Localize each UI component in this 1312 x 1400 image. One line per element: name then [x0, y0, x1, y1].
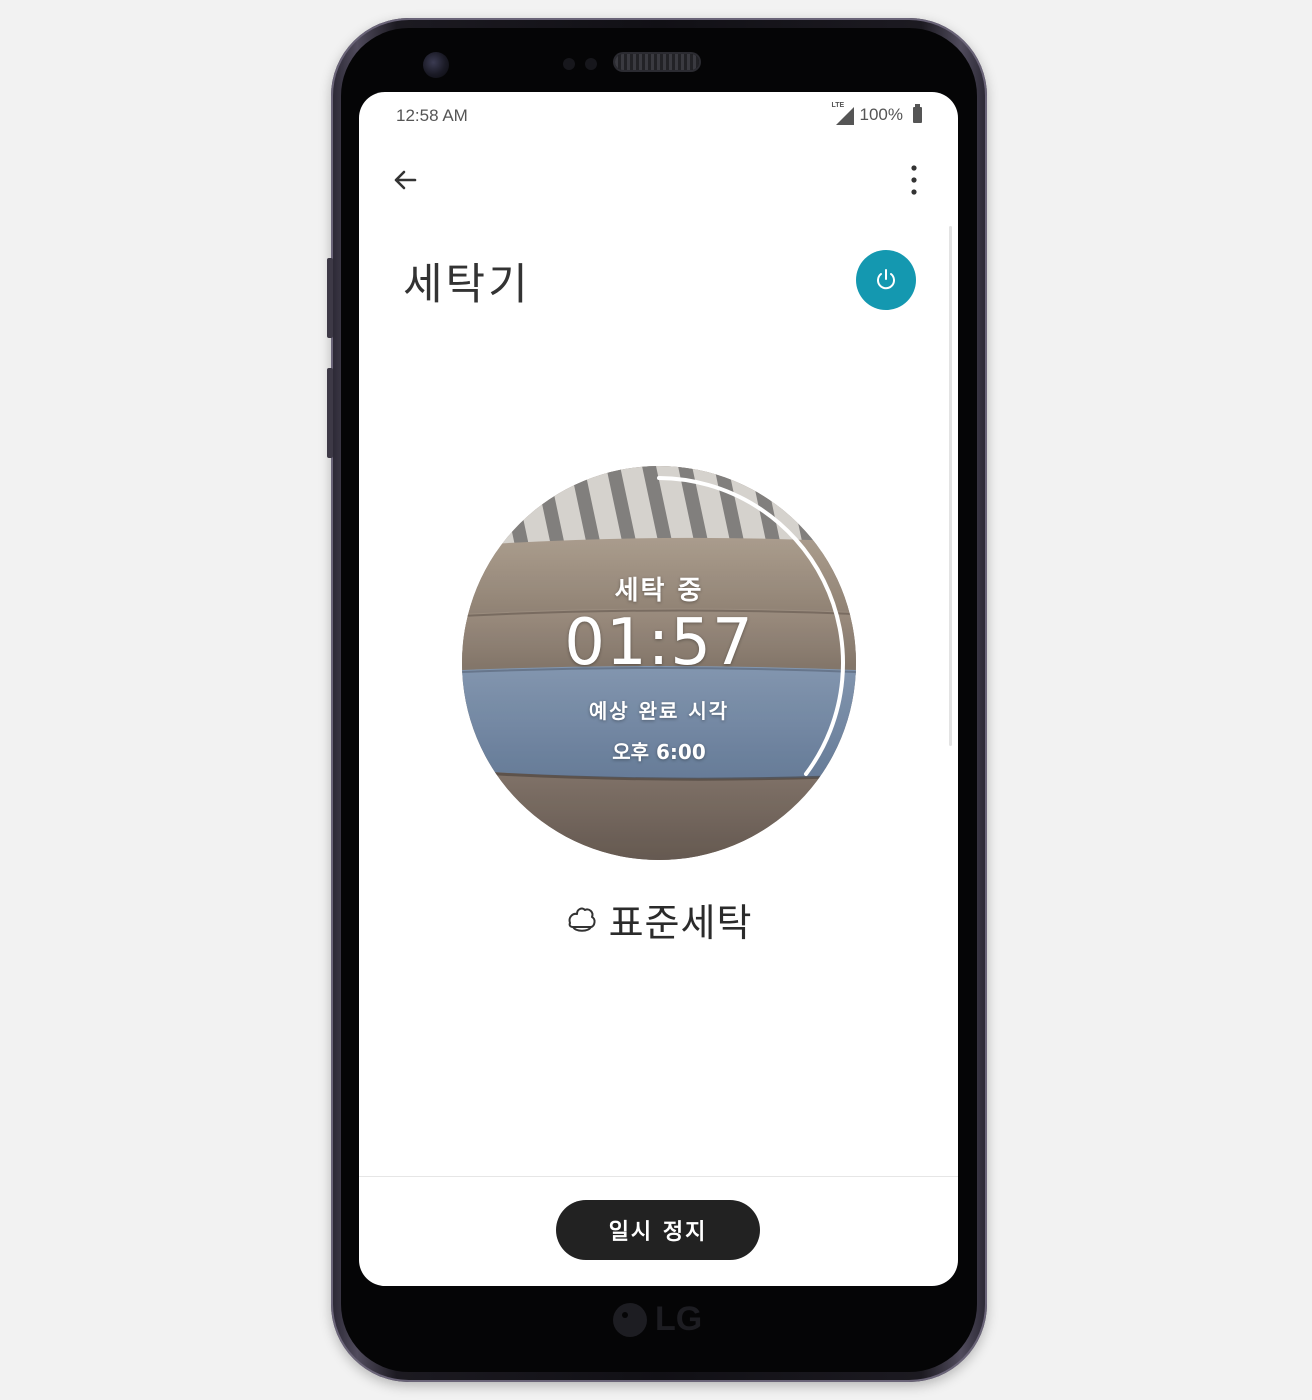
remaining-time: 01:57 — [564, 606, 754, 680]
page-title: 세탁기 — [403, 260, 531, 310]
wash-status-dial: 세탁 중 01:57 예상 완료 시각 오후 6:00 — [462, 466, 856, 860]
signal-indicator: LTE — [832, 102, 854, 125]
dial-text: 세탁 중 01:57 예상 완료 시각 오후 6:00 — [462, 466, 856, 860]
bottom-divider — [359, 1176, 958, 1177]
status-bar: 12:58 AM LTE 100% — [359, 92, 958, 140]
scrollbar[interactable] — [949, 226, 952, 746]
front-camera — [423, 52, 449, 78]
wash-state: 세탁 중 — [614, 576, 704, 606]
signal-icon — [835, 107, 854, 125]
wash-course: 표준세탁 — [359, 892, 958, 947]
brand-name: LG — [655, 1300, 703, 1338]
more-options-button[interactable] — [898, 162, 930, 198]
arrow-left-icon — [394, 170, 417, 190]
earpiece-speaker — [615, 54, 699, 70]
app-screen: 12:58 AM LTE 100% 세탁기 세탁 중 01:57 예상 완료 시… — [359, 92, 958, 1286]
status-indicators: LTE 100% — [832, 102, 922, 125]
power-icon — [877, 269, 895, 290]
course-name: 표준세탁 — [608, 901, 753, 945]
proximity-sensor — [563, 58, 575, 70]
pause-button[interactable]: 일시 정지 — [556, 1200, 760, 1260]
volume-up-button — [327, 258, 333, 338]
eta-time: 오후 6:00 — [612, 740, 706, 764]
more-vert-icon — [911, 165, 917, 195]
brand-logo: LG — [613, 1300, 702, 1339]
status-time: 12:58 AM — [396, 106, 468, 125]
back-button[interactable] — [389, 164, 421, 196]
power-button[interactable] — [856, 250, 916, 310]
battery-icon — [913, 104, 922, 123]
app-bar — [359, 152, 958, 208]
lg-logo-icon — [613, 1302, 647, 1337]
light-sensor — [585, 58, 597, 70]
eta-label: 예상 완료 시각 — [588, 699, 730, 723]
cotton-icon — [568, 907, 596, 932]
volume-down-button — [327, 368, 333, 458]
battery-percent: 100% — [859, 105, 903, 124]
